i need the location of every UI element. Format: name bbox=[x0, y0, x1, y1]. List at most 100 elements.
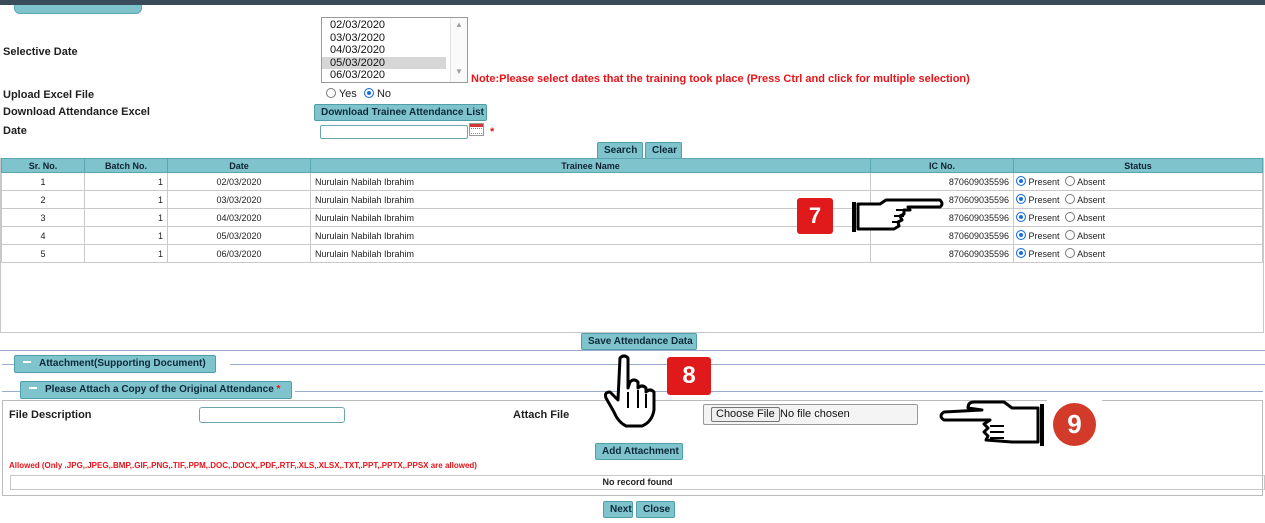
cell-batch: 1 bbox=[84, 190, 168, 209]
section-divider bbox=[2, 364, 14, 365]
present-radio[interactable] bbox=[1016, 212, 1026, 222]
attachment-section-header[interactable]: Attachment(Supporting Document) bbox=[14, 355, 216, 373]
file-input[interactable]: Choose File No file chosen bbox=[703, 404, 918, 425]
scroll-down-icon[interactable]: ▼ bbox=[451, 67, 467, 76]
selective-date-listbox[interactable]: 02/03/2020 03/03/2020 04/03/2020 05/03/2… bbox=[321, 17, 468, 83]
header-sr-no: Sr. No. bbox=[1, 158, 85, 173]
present-radio[interactable] bbox=[1016, 194, 1026, 204]
collapse-icon[interactable] bbox=[29, 387, 37, 389]
upload-yes-radio[interactable] bbox=[326, 88, 336, 98]
date-required-mark: * bbox=[490, 126, 495, 138]
cell-sr: 2 bbox=[1, 190, 85, 209]
absent-radio[interactable] bbox=[1065, 212, 1076, 222]
absent-radio[interactable] bbox=[1065, 248, 1076, 258]
cell-date: 05/03/2020 bbox=[167, 226, 311, 245]
upload-no-radio[interactable] bbox=[363, 88, 374, 98]
date-option[interactable]: 06/03/2020 bbox=[322, 69, 446, 82]
attach-file-label: Attach File bbox=[513, 409, 570, 421]
cell-name: Nurulain Nabilah Ibrahim bbox=[310, 244, 871, 263]
choose-file-button[interactable]: Choose File bbox=[711, 407, 780, 422]
table-row: 4 1 05/03/2020 Nurulain Nabilah Ibrahim … bbox=[1, 226, 1263, 245]
file-description-input[interactable] bbox=[199, 407, 345, 423]
header-date: Date bbox=[167, 158, 311, 173]
present-label: Present bbox=[1028, 195, 1060, 205]
cell-sr: 5 bbox=[1, 244, 85, 263]
upload-excel-options: Yes No bbox=[326, 88, 391, 100]
absent-radio[interactable] bbox=[1065, 230, 1076, 240]
attach-original-attendance-header[interactable]: Please Attach a Copy of the Original Att… bbox=[20, 381, 292, 399]
search-button[interactable]: Search bbox=[597, 142, 643, 159]
absent-label: Absent bbox=[1077, 195, 1106, 205]
date-option[interactable]: 04/03/2020 bbox=[322, 44, 446, 57]
absent-radio[interactable] bbox=[1065, 194, 1076, 204]
next-button[interactable]: Next bbox=[603, 501, 633, 518]
cell-status: Present Absent bbox=[1013, 172, 1263, 191]
clear-button[interactable]: Clear bbox=[645, 142, 682, 159]
present-radio[interactable] bbox=[1016, 248, 1026, 258]
cell-batch: 1 bbox=[84, 244, 168, 263]
table-row: 3 1 04/03/2020 Nurulain Nabilah Ibrahim … bbox=[1, 208, 1263, 227]
absent-label: Absent bbox=[1077, 213, 1106, 223]
present-radio[interactable] bbox=[1016, 230, 1026, 240]
cell-status: Present Absent bbox=[1013, 190, 1263, 209]
present-radio[interactable] bbox=[1016, 176, 1026, 186]
date-option[interactable]: 03/03/2020 bbox=[322, 32, 446, 45]
absent-label: Absent bbox=[1077, 249, 1106, 259]
cell-ic: 870609035596 bbox=[870, 244, 1014, 263]
absent-label: Absent bbox=[1077, 231, 1106, 241]
upload-yes-label: Yes bbox=[338, 88, 357, 100]
cell-name: Nurulain Nabilah Ibrahim bbox=[310, 172, 871, 191]
present-label: Present bbox=[1028, 213, 1060, 223]
calendar-icon[interactable] bbox=[469, 123, 484, 136]
table-header-row: Sr. No. Batch No. Date Trainee Name IC N… bbox=[1, 158, 1263, 173]
absent-label: Absent bbox=[1077, 177, 1106, 187]
section-divider bbox=[0, 350, 1265, 351]
hand-cursor-icon bbox=[604, 354, 656, 428]
selection-note: Note:Please select dates that the traini… bbox=[471, 73, 970, 85]
collapsed-section-tab[interactable] bbox=[14, 5, 142, 14]
absent-radio[interactable] bbox=[1065, 176, 1076, 186]
collapse-icon[interactable] bbox=[23, 361, 31, 363]
present-label: Present bbox=[1028, 249, 1060, 259]
close-button[interactable]: Close bbox=[636, 501, 675, 518]
no-record-found: No record found bbox=[10, 475, 1265, 490]
date-option-selected[interactable]: 05/03/2020 bbox=[322, 56, 446, 70]
pointing-hand-icon bbox=[939, 400, 1044, 446]
callout-step-9-backdrop: 9 bbox=[1047, 397, 1102, 452]
cell-batch: 1 bbox=[84, 172, 168, 191]
cell-date: 02/03/2020 bbox=[167, 172, 311, 191]
present-label: Present bbox=[1028, 177, 1060, 187]
section-divider bbox=[2, 391, 20, 392]
table-row: 5 1 06/03/2020 Nurulain Nabilah Ibrahim … bbox=[1, 244, 1263, 263]
date-input[interactable] bbox=[320, 125, 468, 139]
upload-no-label: No bbox=[376, 88, 391, 100]
header-trainee-name: Trainee Name bbox=[310, 158, 871, 173]
cell-batch: 1 bbox=[84, 208, 168, 227]
cell-batch: 1 bbox=[84, 226, 168, 245]
scroll-up-icon[interactable]: ▲ bbox=[451, 20, 467, 29]
cell-name: Nurulain Nabilah Ibrahim bbox=[310, 208, 871, 227]
cell-date: 04/03/2020 bbox=[167, 208, 311, 227]
add-attachment-button[interactable]: Add Attachment bbox=[595, 443, 683, 460]
callout-step-8: 8 bbox=[667, 357, 711, 395]
table-row: 1 1 02/03/2020 Nurulain Nabilah Ibrahim … bbox=[1, 172, 1263, 191]
section-divider bbox=[230, 364, 1265, 365]
cell-sr: 3 bbox=[1, 208, 85, 227]
selective-date-label: Selective Date bbox=[3, 46, 78, 58]
cell-sr: 1 bbox=[1, 172, 85, 191]
required-mark: * bbox=[276, 384, 281, 395]
cell-name: Nurulain Nabilah Ibrahim bbox=[310, 226, 871, 245]
save-attendance-button[interactable]: Save Attendance Data bbox=[581, 333, 697, 350]
no-file-chosen-text: No file chosen bbox=[780, 408, 850, 420]
listbox-scrollbar[interactable]: ▲ ▼ bbox=[450, 18, 467, 82]
attachment-section-title: Attachment(Supporting Document) bbox=[39, 358, 206, 369]
cell-name: Nurulain Nabilah Ibrahim bbox=[310, 190, 871, 209]
table-row: 2 1 03/03/2020 Nurulain Nabilah Ibrahim … bbox=[1, 190, 1263, 209]
download-attendance-label: Download Attendance Excel bbox=[3, 106, 150, 118]
download-trainee-attendance-button[interactable]: Download Trainee Attendance List bbox=[314, 104, 487, 121]
date-option[interactable]: 02/03/2020 bbox=[322, 19, 446, 32]
file-description-label: File Description bbox=[9, 409, 92, 421]
cell-status: Present Absent bbox=[1013, 226, 1263, 245]
cell-date: 06/03/2020 bbox=[167, 244, 311, 263]
cell-status: Present Absent bbox=[1013, 208, 1263, 227]
